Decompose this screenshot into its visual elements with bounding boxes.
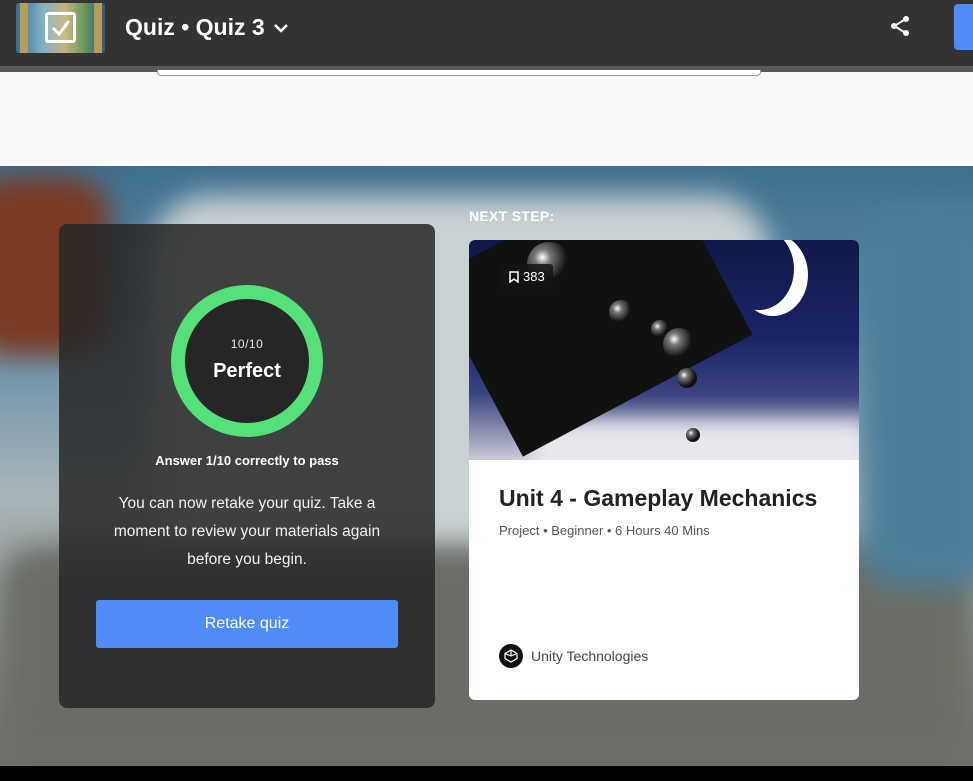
ball-shape: [677, 368, 697, 388]
score-status: Perfect: [213, 360, 281, 382]
author-name: Unity Technologies: [531, 648, 649, 664]
ball-shape: [686, 428, 700, 442]
checkbox-icon: [45, 12, 76, 43]
page-title-text: Quiz • Quiz 3: [125, 14, 265, 40]
author[interactable]: Unity Technologies: [499, 644, 648, 668]
ball-shape: [663, 328, 695, 360]
bookmark-count: 383: [523, 269, 545, 284]
input-field-edge[interactable]: [157, 70, 761, 76]
thumbnail-pillar: [20, 3, 28, 53]
content-area: [0, 70, 973, 166]
project-meta: Project • Beginner • 6 Hours 40 Mins: [499, 523, 710, 538]
bg-shape: [860, 206, 973, 586]
pass-requirement: Answer 1/10 correctly to pass: [155, 453, 339, 468]
bookmark-icon: [509, 271, 519, 283]
quiz-result-card: 10/10 Perfect Answer 1/10 correctly to p…: [59, 224, 435, 708]
share-icon[interactable]: [888, 14, 912, 38]
bookmark-badge[interactable]: 383: [501, 264, 553, 290]
page-title[interactable]: Quiz • Quiz 3: [125, 14, 291, 41]
next-step-label: NEXT STEP:: [469, 208, 555, 224]
ball-shape: [609, 300, 633, 324]
chevron-down-icon: [273, 23, 288, 33]
next-step-card[interactable]: 383 Unit 4 - Gameplay Mechanics Project …: [469, 240, 859, 700]
header-action-button[interactable]: [954, 4, 973, 50]
retake-message: You can now retake your quiz. Take a mom…: [113, 495, 381, 568]
unity-logo-icon: [499, 644, 523, 668]
top-bar: Quiz • Quiz 3: [0, 0, 973, 66]
project-thumbnail[interactable]: 383: [469, 240, 859, 460]
retake-quiz-button[interactable]: Retake quiz: [96, 600, 398, 648]
thumbnail-pillar: [94, 3, 102, 53]
quiz-thumbnail[interactable]: [16, 3, 105, 53]
moon-shape: [724, 240, 794, 310]
bottom-bar: [0, 766, 973, 781]
project-title[interactable]: Unit 4 - Gameplay Mechanics: [499, 485, 817, 512]
score-value: 10/10: [230, 337, 264, 351]
